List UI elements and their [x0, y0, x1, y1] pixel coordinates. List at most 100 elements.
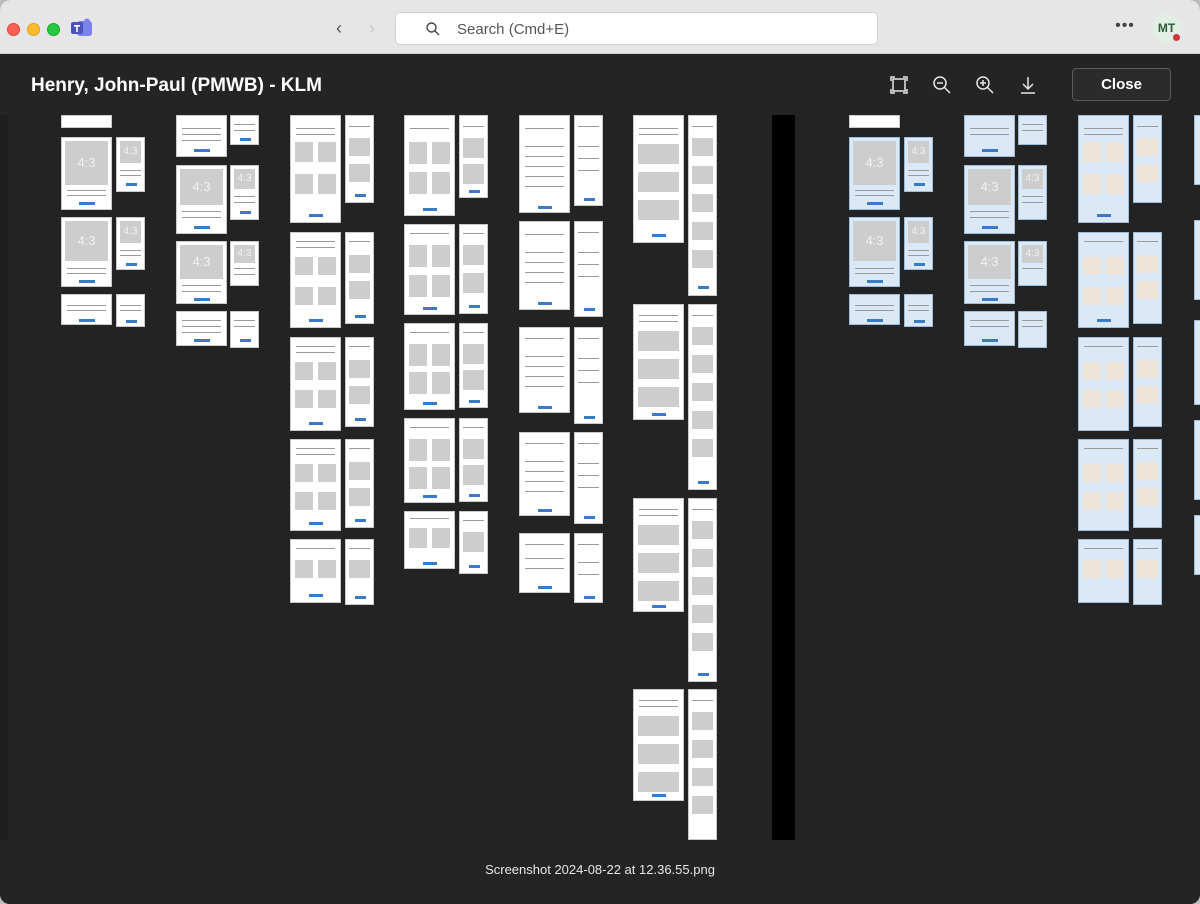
image-placeholder: 4:3	[234, 245, 255, 263]
image-placeholder: 4:3	[908, 221, 929, 243]
image-placeholder: 4:3	[908, 141, 929, 163]
more-options-icon[interactable]: •••	[1114, 17, 1136, 37]
email-thumbnail: 4:3	[1018, 241, 1047, 286]
email-thumbnail	[345, 115, 374, 203]
email-thumbnail: 4:3	[176, 241, 227, 304]
email-thumbnail	[290, 337, 341, 431]
zoom-in-icon[interactable]	[974, 74, 996, 96]
email-thumbnail	[404, 511, 455, 569]
close-window-button[interactable]	[7, 23, 20, 36]
email-thumbnail	[345, 439, 374, 528]
image-placeholder: 4:3	[180, 169, 223, 205]
email-thumbnail: 4:3	[116, 137, 145, 192]
email-thumbnail	[1078, 439, 1129, 531]
email-thumbnail	[904, 294, 933, 327]
email-thumbnail	[1078, 539, 1129, 603]
email-thumbnail	[116, 294, 145, 327]
email-thumbnail: 4:3	[904, 217, 933, 270]
email-thumbnail	[1018, 311, 1047, 348]
email-thumbnail: 4:3	[964, 165, 1015, 234]
email-thumbnail	[290, 232, 341, 328]
email-thumbnail	[574, 432, 603, 524]
email-thumbnail	[1133, 337, 1162, 427]
back-arrow-icon[interactable]: ‹	[329, 18, 349, 38]
image-divider	[772, 115, 795, 840]
email-thumbnail: 4:3	[964, 241, 1015, 304]
zoom-window-button[interactable]	[47, 23, 60, 36]
email-thumbnail: 4:3	[116, 217, 145, 270]
image-placeholder: 4:3	[180, 245, 223, 279]
teams-window: ‹ › Search (Cmd+E) ••• MT Henry, John-Pa…	[0, 0, 1200, 904]
email-thumbnail	[1194, 420, 1200, 500]
email-thumbnail	[849, 294, 900, 325]
email-thumbnail	[459, 115, 488, 198]
email-thumbnail: 4:3	[1018, 165, 1047, 220]
email-thumbnail: 4:3	[230, 241, 259, 286]
image-placeholder: 4:3	[853, 141, 896, 185]
email-thumbnail	[574, 327, 603, 424]
presence-status-icon	[1171, 32, 1182, 43]
minimize-window-button[interactable]	[27, 23, 40, 36]
email-thumbnail	[1133, 115, 1162, 203]
email-thumbnail	[404, 323, 455, 410]
email-thumbnail	[574, 115, 603, 206]
download-icon[interactable]	[1017, 74, 1039, 96]
email-thumbnail	[345, 232, 374, 324]
image-viewer-header: Henry, John-Paul (PMWB) - KLM Close	[0, 55, 1200, 115]
image-canvas: 4:3 4:3 4:3 4:3 4:3 4:3 4:3 4:3 4:3 4:3 …	[8, 115, 1200, 840]
image-placeholder: 4:3	[968, 169, 1011, 205]
search-icon	[426, 22, 440, 36]
email-thumbnail: 4:3	[849, 217, 900, 287]
email-thumbnail	[519, 221, 570, 310]
page-title: Henry, John-Paul (PMWB) - KLM	[31, 75, 322, 96]
email-thumbnail: 4:3	[61, 217, 112, 287]
email-thumbnail	[633, 498, 684, 612]
email-thumbnail	[1194, 515, 1200, 575]
close-button[interactable]: Close	[1072, 68, 1171, 101]
email-thumbnail	[688, 498, 717, 682]
forward-arrow-icon[interactable]: ›	[362, 18, 382, 38]
email-thumbnail	[61, 294, 112, 325]
email-thumbnail	[519, 432, 570, 516]
email-thumbnail	[1194, 320, 1200, 405]
email-thumbnail	[404, 115, 455, 216]
email-thumbnail	[290, 439, 341, 531]
email-thumbnail	[519, 533, 570, 593]
email-thumbnail	[1078, 232, 1129, 328]
fit-to-screen-icon[interactable]	[888, 74, 910, 96]
file-name: Screenshot 2024-08-22 at 12.36.55.png	[485, 862, 715, 877]
email-thumbnail	[688, 304, 717, 490]
image-placeholder: 4:3	[120, 141, 141, 163]
email-thumbnail	[633, 689, 684, 801]
title-bar: ‹ › Search (Cmd+E) ••• MT	[0, 0, 1200, 54]
image-placeholder: 4:3	[1022, 245, 1043, 263]
image-placeholder: 4:3	[853, 221, 896, 261]
email-thumbnail	[230, 311, 259, 348]
email-thumbnail	[633, 115, 684, 243]
email-thumbnail	[1078, 337, 1129, 431]
email-thumbnail	[459, 418, 488, 502]
email-thumbnail	[61, 115, 112, 128]
email-thumbnail	[1194, 220, 1200, 300]
email-thumbnail	[1133, 439, 1162, 528]
email-thumbnail	[688, 689, 717, 840]
search-input[interactable]: Search (Cmd+E)	[395, 12, 878, 45]
email-thumbnail	[1078, 115, 1129, 223]
email-thumbnail	[574, 533, 603, 603]
email-thumbnail: 4:3	[176, 165, 227, 234]
email-thumbnail	[1194, 115, 1200, 185]
zoom-out-icon[interactable]	[931, 74, 953, 96]
email-thumbnail: 4:3	[61, 137, 112, 210]
image-placeholder: 4:3	[968, 245, 1011, 279]
email-thumbnail	[230, 115, 259, 145]
email-thumbnail	[964, 311, 1015, 346]
email-thumbnail	[176, 115, 227, 157]
image-placeholder: 4:3	[65, 221, 108, 261]
email-thumbnail	[459, 511, 488, 574]
email-thumbnail	[519, 327, 570, 413]
email-thumbnail: 4:3	[230, 165, 259, 220]
email-thumbnail	[964, 115, 1015, 157]
email-thumbnail	[849, 115, 900, 128]
image-placeholder: 4:3	[234, 169, 255, 189]
image-placeholder: 4:3	[120, 221, 141, 243]
